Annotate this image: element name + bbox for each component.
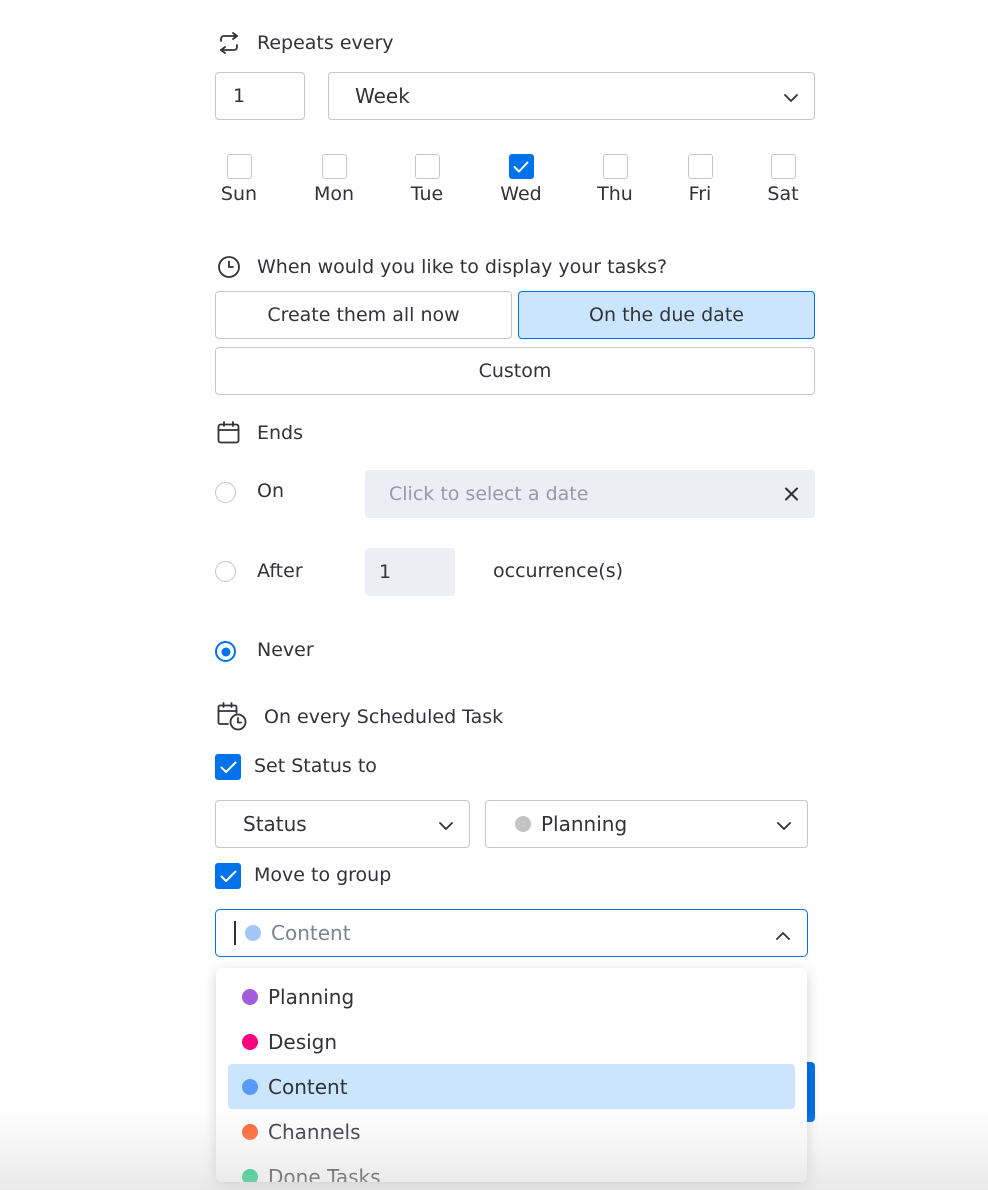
ends-section-title: Ends [217,421,303,444]
check-icon [220,870,236,882]
day-label: Tue [410,183,444,205]
ends-never-radio[interactable] [215,641,236,662]
group-select-input[interactable]: Content [215,909,808,957]
set-status-checkbox[interactable] [215,754,241,780]
repeats-title: Repeats every [257,32,394,54]
chevron-down-icon [784,84,798,108]
day-label: Sat [767,183,799,205]
occurrences-suffix: occurrence(s) [493,560,624,582]
repeat-icon [217,32,241,54]
day-checkbox[interactable] [770,154,796,179]
repeat-interval-input[interactable]: 1 [215,72,305,120]
chevron-up-icon [776,921,790,945]
end-date-placeholder: Click to select a date [389,483,589,505]
ends-on-radio[interactable] [215,482,236,503]
group-option-label: Channels [268,1119,361,1144]
calendar-clock-icon [217,702,247,732]
status-column-dropdown[interactable]: Status [215,800,470,848]
set-status-label: Set Status to [254,755,377,777]
day-checkbox[interactable] [414,154,440,179]
repeat-unit-dropdown[interactable]: Week [328,72,815,120]
day-label: Wed [500,183,542,205]
chevron-down-icon [439,812,453,836]
day-tue[interactable]: Tue [397,154,457,205]
status-column-value: Status [243,812,307,836]
status-value-dropdown[interactable]: Planning [485,800,808,848]
group-option-label: Design [268,1029,338,1054]
group-option-label: Content [268,1074,348,1099]
day-label: Thu [597,183,633,205]
group-option-dot [242,1033,258,1050]
day-checkbox[interactable] [508,154,534,179]
day-checkbox[interactable] [687,154,713,179]
create-all-now-label: Create them all now [267,304,460,326]
check-icon [220,761,236,773]
clear-date-icon[interactable] [785,487,798,501]
day-sat[interactable]: Sat [753,154,813,205]
repeat-interval-value: 1 [233,85,246,107]
group-option-content[interactable]: Content [228,1064,795,1109]
day-label: Fri [688,183,712,205]
text-caret [234,921,236,945]
day-fri[interactable]: Fri [670,154,730,205]
ends-after-label: After [257,560,303,582]
group-value: Content [271,921,351,945]
status-value: Planning [541,812,628,836]
clock-icon [217,255,241,279]
group-option-done-tasks[interactable]: Done Tasks [228,1154,795,1182]
group-option-label: Planning [268,984,355,1009]
display-section-title: When would you like to display your task… [217,255,667,279]
move-group-label: Move to group [254,864,392,886]
on-due-date-button[interactable]: On the due date [518,291,815,339]
group-dropdown-menu: Planning Design Content Channels Done Ta… [216,968,807,1182]
move-group-checkbox[interactable] [215,863,241,889]
occurrences-input[interactable]: 1 [365,548,455,596]
day-checkbox[interactable] [226,154,252,179]
ends-never-label: Never [257,639,314,661]
ends-after-radio[interactable] [215,561,236,582]
day-thu[interactable]: Thu [585,154,645,205]
group-option-label: Done Tasks [268,1164,381,1183]
group-color-dot [245,925,261,941]
day-checkbox[interactable] [602,154,628,179]
day-wed[interactable]: Wed [491,154,551,205]
group-option-design[interactable]: Design [228,1019,795,1064]
calendar-icon [217,421,240,444]
group-option-planning[interactable]: Planning [228,974,795,1019]
day-mon[interactable]: Mon [304,154,364,205]
scheduled-title: On every Scheduled Task [264,706,504,728]
group-option-dot [242,1078,258,1095]
create-all-now-button[interactable]: Create them all now [215,291,512,339]
status-color-dot [515,816,531,832]
repeat-unit-value: Week [355,84,410,108]
chevron-down-icon [777,812,791,836]
ends-title: Ends [257,421,304,444]
group-option-channels[interactable]: Channels [228,1109,795,1154]
ends-on-label: On [257,480,284,502]
scheduled-section-title: On every Scheduled Task [217,702,503,732]
repeats-section-title: Repeats every [217,32,394,54]
occurrences-value: 1 [379,561,392,583]
end-date-picker[interactable]: Click to select a date [365,470,815,518]
day-checkbox[interactable] [321,154,347,179]
custom-label: Custom [478,360,552,382]
group-option-dot [242,1123,258,1140]
display-title: When would you like to display your task… [257,256,668,278]
custom-button[interactable]: Custom [215,347,815,395]
check-icon [513,161,529,172]
day-label: Sun [220,183,258,205]
on-due-date-label: On the due date [589,304,744,326]
day-label: Mon [313,183,355,205]
group-option-dot [242,1168,258,1182]
group-option-dot [242,988,258,1005]
day-sun[interactable]: Sun [209,154,269,205]
